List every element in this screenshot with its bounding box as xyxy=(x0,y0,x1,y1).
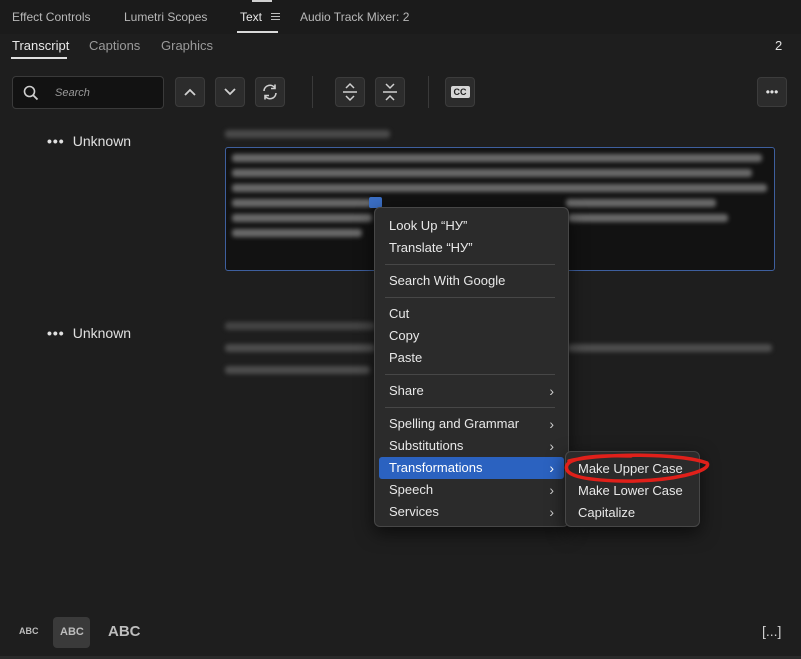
search-icon xyxy=(23,85,39,101)
menu-separator xyxy=(385,374,555,375)
bracket-icon[interactable]: [...] xyxy=(762,623,781,639)
speaker-menu-icon[interactable]: ••• xyxy=(47,325,65,341)
chevron-right-icon: › xyxy=(549,504,554,520)
annotation-circle xyxy=(564,453,710,483)
more-options-button[interactable]: ••• xyxy=(757,77,787,107)
transcript-line xyxy=(232,214,372,222)
tab-audio-track-mixer[interactable]: Audio Track Mixer: 2 xyxy=(300,10,409,24)
panel-menu-icon[interactable] xyxy=(271,13,280,21)
menu-separator xyxy=(385,407,555,408)
menu-item-cut[interactable]: Cut xyxy=(379,303,564,325)
transcript-line xyxy=(568,214,728,222)
collapse-icon xyxy=(383,83,397,101)
menu-separator xyxy=(385,264,555,265)
cc-icon: CC xyxy=(450,86,470,98)
tab-text[interactable]: Text xyxy=(240,10,262,24)
tab-graphics[interactable]: Graphics xyxy=(161,38,213,53)
chevron-up-icon xyxy=(184,88,196,96)
timecode xyxy=(225,130,390,138)
transcript-line xyxy=(232,154,762,162)
active-tab-underline xyxy=(237,31,278,33)
menu-item-copy[interactable]: Copy xyxy=(379,325,564,347)
menu-item-spelling-and-grammar[interactable]: Spelling and Grammar › xyxy=(379,413,564,435)
tab-lumetri-scopes[interactable]: Lumetri Scopes xyxy=(124,10,207,24)
menu-item-make-lower-case[interactable]: Make Lower Case xyxy=(578,483,683,498)
menu-item-paste[interactable]: Paste xyxy=(379,347,564,369)
speaker-name: Unknown xyxy=(72,325,132,341)
next-result-button[interactable] xyxy=(215,77,245,107)
sync-icon xyxy=(263,84,277,100)
panel-tab-bar: Effect Controls Lumetri Scopes Text Audi… xyxy=(0,0,801,34)
menu-item-look-up[interactable]: Look Up “НУ” xyxy=(379,215,564,237)
top-marker xyxy=(252,0,272,2)
previous-result-button[interactable] xyxy=(175,77,205,107)
chevron-right-icon: › xyxy=(549,460,554,476)
menu-item-translate[interactable]: Translate “НУ” xyxy=(379,237,564,259)
transcript-line xyxy=(232,184,767,192)
search-box[interactable] xyxy=(12,76,164,109)
speaker-label[interactable]: ••• Unknown xyxy=(47,325,131,341)
tab-captions[interactable]: Captions xyxy=(89,38,140,53)
transcript-line xyxy=(566,199,716,207)
chevron-right-icon: › xyxy=(549,438,554,454)
speaker-menu-icon[interactable]: ••• xyxy=(47,133,65,149)
toolbar-divider xyxy=(312,76,313,108)
transcript-line xyxy=(232,229,362,237)
chevron-right-icon: › xyxy=(549,416,554,432)
timecode xyxy=(225,322,375,330)
captions-button[interactable]: CC xyxy=(445,77,475,107)
collapse-button[interactable] xyxy=(375,77,405,107)
transcript-line xyxy=(225,366,370,374)
expand-icon xyxy=(343,82,357,102)
text-size-large-button[interactable]: ABC xyxy=(108,623,141,640)
menu-item-substitutions[interactable]: Substitutions › xyxy=(379,435,564,457)
text-size-small-button[interactable]: ABC xyxy=(19,626,39,636)
menu-item-transformations[interactable]: Transformations › xyxy=(379,457,564,479)
transcript-line xyxy=(567,344,772,352)
chevron-right-icon: › xyxy=(549,482,554,498)
toolbar-divider xyxy=(428,76,429,108)
transcript-line xyxy=(225,344,375,352)
subtab-underline xyxy=(11,57,67,59)
context-menu: Look Up “НУ” Translate “НУ” Search With … xyxy=(374,207,569,527)
menu-item-share[interactable]: Share › xyxy=(379,380,564,402)
search-input[interactable] xyxy=(53,83,157,103)
expand-button[interactable] xyxy=(335,77,365,107)
chevron-down-icon xyxy=(224,88,236,96)
sync-button[interactable] xyxy=(255,77,285,107)
count-label: 2 xyxy=(775,38,783,53)
speaker-label[interactable]: ••• Unknown xyxy=(47,133,131,149)
menu-item-search-with-google[interactable]: Search With Google xyxy=(379,270,564,292)
more-icon: ••• xyxy=(765,85,779,99)
text-size-medium-label: ABC xyxy=(60,626,84,638)
menu-item-services[interactable]: Services › xyxy=(379,501,564,523)
menu-item-speech[interactable]: Speech › xyxy=(379,479,564,501)
tab-transcript[interactable]: Transcript xyxy=(12,38,69,53)
transcript-line xyxy=(232,169,752,177)
speaker-name: Unknown xyxy=(72,133,132,149)
chevron-right-icon: › xyxy=(549,383,554,399)
transcript-line xyxy=(232,199,372,207)
menu-item-capitalize[interactable]: Capitalize xyxy=(578,505,635,520)
menu-separator xyxy=(385,297,555,298)
tab-effect-controls[interactable]: Effect Controls xyxy=(12,10,90,24)
